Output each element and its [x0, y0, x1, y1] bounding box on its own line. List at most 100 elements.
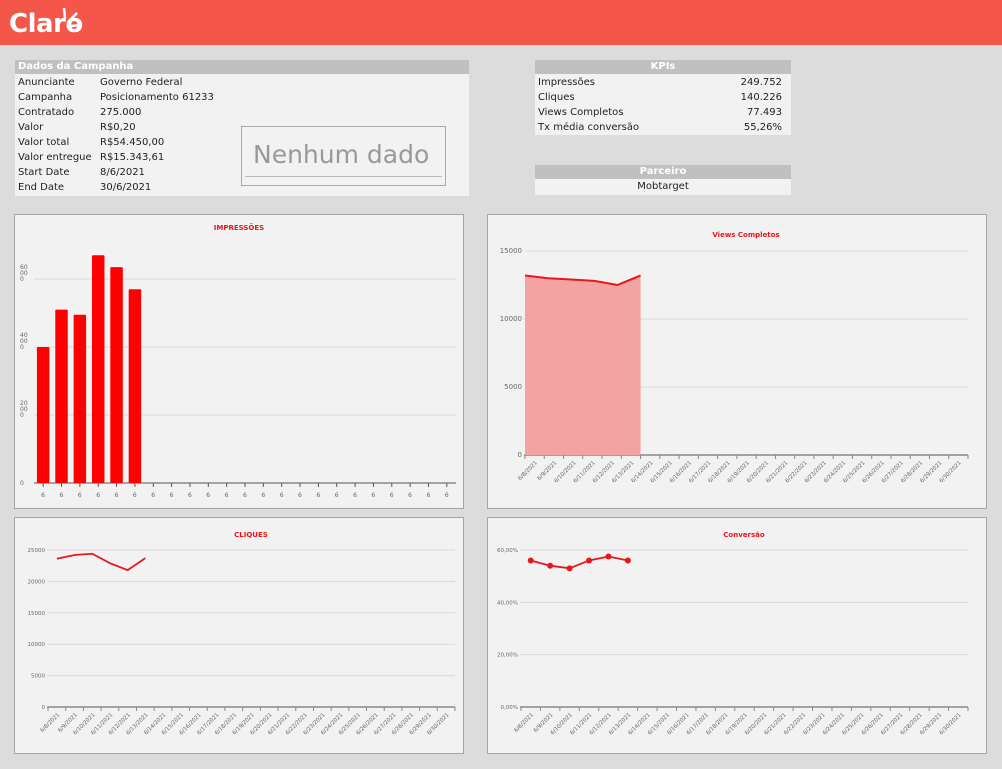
y-tick-label-line: 0 — [20, 480, 24, 487]
y-tick-label: 40,00% — [497, 600, 518, 606]
y-tick-label-line: 0 — [20, 412, 24, 419]
x-tick-label: 6 — [390, 492, 394, 499]
campaign-row-value: R$54.450,00 — [100, 137, 165, 148]
x-tick-label: 6 — [115, 492, 119, 499]
kpi-panel: KPIs Impressões 249.752 Cliques 140.226 View… — [535, 60, 791, 135]
y-tick-label: 5000 — [31, 674, 45, 680]
x-tick-label: 6 — [261, 492, 265, 499]
bar — [91, 255, 105, 483]
y-tick-label: 25000 — [28, 548, 46, 554]
y-tick-label: 60,00% — [497, 548, 518, 554]
impressions-chart: IMPRESSÕES 0 20 00 0 40 00 0 60 00 0 6 6 6 6 6 6 6 6 6 6 6 6 6 6… — [14, 214, 464, 509]
y-tick-label: 15000 — [28, 611, 46, 617]
y-tick-label: 40 00 0 — [20, 332, 28, 351]
x-tick-label: 6 — [408, 492, 412, 499]
x-tick-label: 6 — [170, 492, 174, 499]
x-tick-label: 6 — [78, 492, 82, 499]
conversion-chart: Conversão 0,00% 20,00% 40,00% 60,00% 6/8/2021… — [487, 517, 987, 754]
kpi-row: Cliques 140.226 — [535, 91, 791, 106]
bar — [55, 309, 68, 483]
campaign-row-label: Valor entregue — [18, 152, 92, 163]
bar — [73, 314, 87, 483]
campaign-row-label: End Date — [18, 182, 65, 193]
y-tick-label: 5000 — [504, 383, 522, 391]
campaign-row-value: Posicionamento 61233 — [100, 92, 214, 103]
x-tick-label: 6 — [206, 492, 210, 499]
chart-title: IMPRESSÕES — [214, 223, 264, 232]
x-tick-label: 6 — [426, 492, 430, 499]
campaign-row-value: R$15.343,61 — [100, 152, 165, 163]
y-tick-label: 20,00% — [497, 653, 518, 659]
series-line — [56, 552, 146, 572]
x-tick-label: 6/8/2021 — [517, 460, 539, 482]
bar — [110, 267, 123, 483]
y-tick-label: 0 — [42, 705, 46, 711]
x-tick-label: 6 — [96, 492, 100, 499]
y-tick-label: 0 — [20, 480, 24, 487]
x-tick-label: 6 — [60, 492, 64, 499]
data-point — [566, 565, 573, 572]
x-tick-label: 6 — [41, 492, 45, 499]
y-tick-label-line: 0 — [20, 276, 24, 283]
x-tick-label: 6 — [335, 492, 339, 499]
x-tick-label: 6 — [225, 492, 229, 499]
campaign-row-value: 8/6/2021 — [100, 167, 145, 178]
header-bar: Claro — [0, 0, 1002, 45]
no-data-card: Nenhum dado — [241, 126, 446, 186]
partner-panel-title: Parceiro — [535, 165, 791, 179]
y-tick-label: 60 00 0 — [20, 264, 28, 283]
y-tick-label: 10000 — [500, 315, 522, 323]
x-tick-label: 6 — [188, 492, 192, 499]
kpi-value: 55,26% — [743, 122, 782, 133]
kpi-panel-title: KPIs — [535, 60, 791, 74]
campaign-row-label: Campanha — [18, 92, 73, 103]
y-tick-label: 0 — [518, 451, 522, 459]
data-point — [527, 557, 534, 564]
views-chart-svg: Views Completos0500010000150006/8/20216/… — [500, 231, 969, 484]
views-chart: Views Completos 0 5000 10000 15000 6/8/2021 6/… — [487, 214, 987, 509]
kpi-value: 249.752 — [740, 77, 782, 88]
x-tick-label: 6/8/2021 — [513, 712, 535, 734]
campaign-row-label: Valor — [18, 122, 44, 133]
kpi-label: Tx média conversão — [538, 122, 640, 133]
x-tick-label: 6 — [445, 492, 449, 499]
bar — [36, 347, 50, 483]
data-point — [547, 562, 554, 569]
clicks-chart-svg: CLIQUES05000100001500020000250006/8/2021… — [28, 531, 456, 736]
campaign-panel-title: Dados da Campanha — [15, 60, 469, 74]
campaign-row-value: 30/6/2021 — [100, 182, 152, 193]
kpi-value: 140.226 — [740, 92, 782, 103]
x-tick-label: 6 — [151, 492, 155, 499]
chart-title: Views Completos — [712, 231, 779, 239]
bar — [128, 289, 142, 483]
y-tick-label: 10000 — [28, 642, 46, 648]
y-tick-label: 20000 — [20, 400, 28, 419]
conversion-chart-svg: Conversão 0,00% 20,00% 40,00% 60,00% 6/8/2021… — [497, 531, 969, 736]
x-tick-label: 6 — [243, 492, 247, 499]
campaign-row-value: R$0,20 — [100, 122, 136, 133]
data-point — [586, 557, 593, 564]
x-tick-label: 6 — [133, 492, 137, 499]
kpi-label: Impressões — [538, 77, 595, 88]
data-point — [624, 557, 631, 564]
kpi-row: Tx média conversão 55,26% — [535, 121, 791, 136]
area-fill — [525, 275, 641, 455]
x-tick-label: 6 — [353, 492, 357, 499]
partner-panel: Parceiro Mobtarget — [535, 165, 791, 195]
x-tick-label: 6 — [371, 492, 375, 499]
y-tick-label: 15000 — [500, 247, 522, 255]
x-tick-label: 6 — [316, 492, 320, 499]
x-tick-label: 6 — [298, 492, 302, 499]
chart-title: CLIQUES — [234, 531, 268, 539]
y-tick-label: 20000 — [28, 579, 46, 585]
kpi-label: Views Completos — [538, 107, 624, 118]
no-data-text: Nenhum dado — [253, 140, 430, 169]
no-data-divider — [245, 176, 442, 177]
campaign-row-label: Anunciante — [18, 77, 75, 88]
logo-rays-icon — [62, 7, 83, 28]
kpi-row: Views Completos 77.493 — [535, 106, 791, 121]
data-point — [605, 553, 612, 560]
kpi-label: Cliques — [538, 92, 575, 103]
chart-title: Conversão — [723, 531, 765, 539]
clicks-chart: CLIQUES 0 5000 10000 15000 20000 25000 6/8/2021… — [14, 517, 464, 754]
